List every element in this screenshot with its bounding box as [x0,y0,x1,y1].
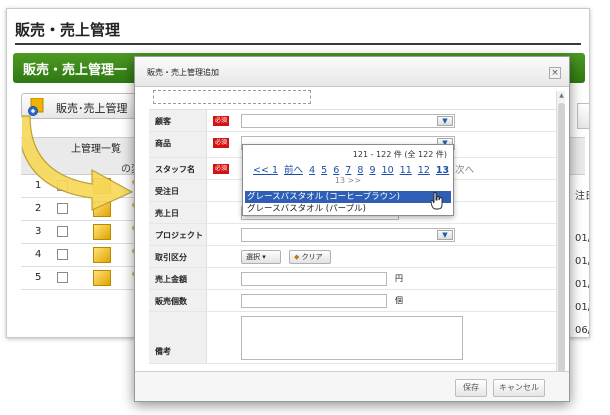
trade-select-label: 選択 [246,253,260,261]
tag-icon: ◆ [294,253,300,261]
row-number: 3 [35,226,42,237]
field-project: プロジェクト ▼ [149,224,557,246]
close-icon[interactable]: × [549,67,561,79]
dialog-footer: 保存 キャンセル [135,371,569,401]
field-label: 売上金額 [149,268,207,289]
field-sales-amount: 売上金額 円 [149,268,557,290]
field-label: 売上日 [149,202,207,223]
required-badge: 必須 [213,164,230,174]
save-button[interactable]: 保存 [455,379,487,397]
clear-button[interactable]: ◆ クリア [289,250,331,264]
remarks-textarea[interactable] [241,316,463,360]
page-link[interactable]: 4 [309,165,315,176]
field-label: 商品 [149,132,207,157]
unit-ko: 個 [395,296,403,305]
row-checkbox[interactable] [57,272,68,283]
clear-button-label: クリア [301,253,323,261]
result-range: 121 - 122 件 (全 122 件) [352,150,447,159]
field-label: プロジェクト [149,224,207,245]
field-label: 受注日 [149,180,207,201]
dialog-header: 販売・売上管理追加 × [135,57,569,87]
right-column: 注日 01/3 01/3 01/3 01/3 06/3 [575,103,589,337]
page-link[interactable]: 5 [321,165,327,176]
row-checkbox[interactable] [57,226,68,237]
field-label: 販売個数 [149,290,207,311]
page-link[interactable]: 6 [333,165,339,176]
page-link[interactable]: 9 [369,165,375,176]
product-option[interactable]: グレースバスタオル (パープル) [245,203,451,215]
required-badge: 必須 [213,138,230,148]
first-page-link[interactable]: << 1 [253,165,278,176]
next-page-label: 次へ [455,165,475,176]
required-badge: 必須 [213,116,230,126]
page-link[interactable]: 12 [418,165,430,176]
prev-page-link[interactable]: 前へ [284,165,303,176]
copy-icon[interactable] [93,270,111,286]
right-cell: 01/3 [575,256,589,267]
field-customer: 顧客 必須 ▼ [149,110,557,132]
right-cell: 01/3 [575,302,589,313]
unit-yen: 円 [395,274,403,283]
pagination-line-2: 13 >> [334,176,362,185]
cancel-button[interactable]: キャンセル [493,379,545,397]
field-label: スタッフ名 [149,158,207,179]
product-option[interactable]: グレースバスタオル (コーヒーブラウン) [245,191,451,203]
chevron-down-icon[interactable]: ▼ [437,116,453,126]
title-divider [15,43,581,45]
row-number: 4 [35,249,42,260]
right-cell: 06/3 [575,325,589,336]
project-select[interactable]: ▼ [241,228,455,242]
sales-qty-input[interactable] [241,294,387,308]
right-cell: 01/3 [575,233,589,244]
scroll-up-icon[interactable]: ▲ [558,93,565,99]
drop-zone [153,90,311,104]
product-dropdown-popup: 121 - 122 件 (全 122 件) << 1 前へ 4 5 6 7 8 … [242,144,474,216]
page-link[interactable]: 11 [400,165,412,176]
page-link[interactable]: 8 [357,165,363,176]
dialog-title: 販売・売上管理追加 [147,68,219,77]
field-remarks: 備考 [149,312,557,364]
page-link[interactable]: 7 [345,165,351,176]
page-title: 販売・売上管理 [15,21,121,39]
trade-type-select[interactable]: 選択 ▾ [241,250,281,264]
field-label: 取引区分 [149,246,207,267]
customer-select[interactable]: ▼ [241,114,455,128]
section-bar-label: 販売・売上管理一 [23,63,128,78]
field-label: 顧客 [149,110,207,131]
field-trade-type: 取引区分 選択 ▾ ◆ クリア [149,246,557,268]
scroll-thumb[interactable] [558,103,565,383]
add-record-dialog: 販売・売上管理追加 × 顧客 必須 ▼ 商品 必須 ▼ スタッフ名 必須 受注日… [134,56,570,402]
sales-amount-input[interactable] [241,272,387,286]
db-icon[interactable] [577,103,589,129]
current-page: 13 [435,165,450,176]
hand-cursor-icon [430,192,443,210]
curved-arrow-icon [22,115,134,211]
copy-icon[interactable] [93,224,111,240]
field-label: 備考 [149,312,207,363]
field-sales-qty: 販売個数 個 [149,290,557,312]
right-cell: 01/3 [575,279,589,290]
copy-icon[interactable] [93,247,111,263]
pagination: << 1 前へ 4 5 6 7 8 9 10 11 12 13 次へ [253,162,474,176]
row-number: 5 [35,272,42,283]
right-cell: 注日 [575,191,589,202]
chevron-down-icon[interactable]: ▼ [437,230,453,240]
row-checkbox[interactable] [57,249,68,260]
page-link[interactable]: 10 [382,165,394,176]
dialog-scrollbar[interactable]: ▲ ▼ [556,91,565,391]
